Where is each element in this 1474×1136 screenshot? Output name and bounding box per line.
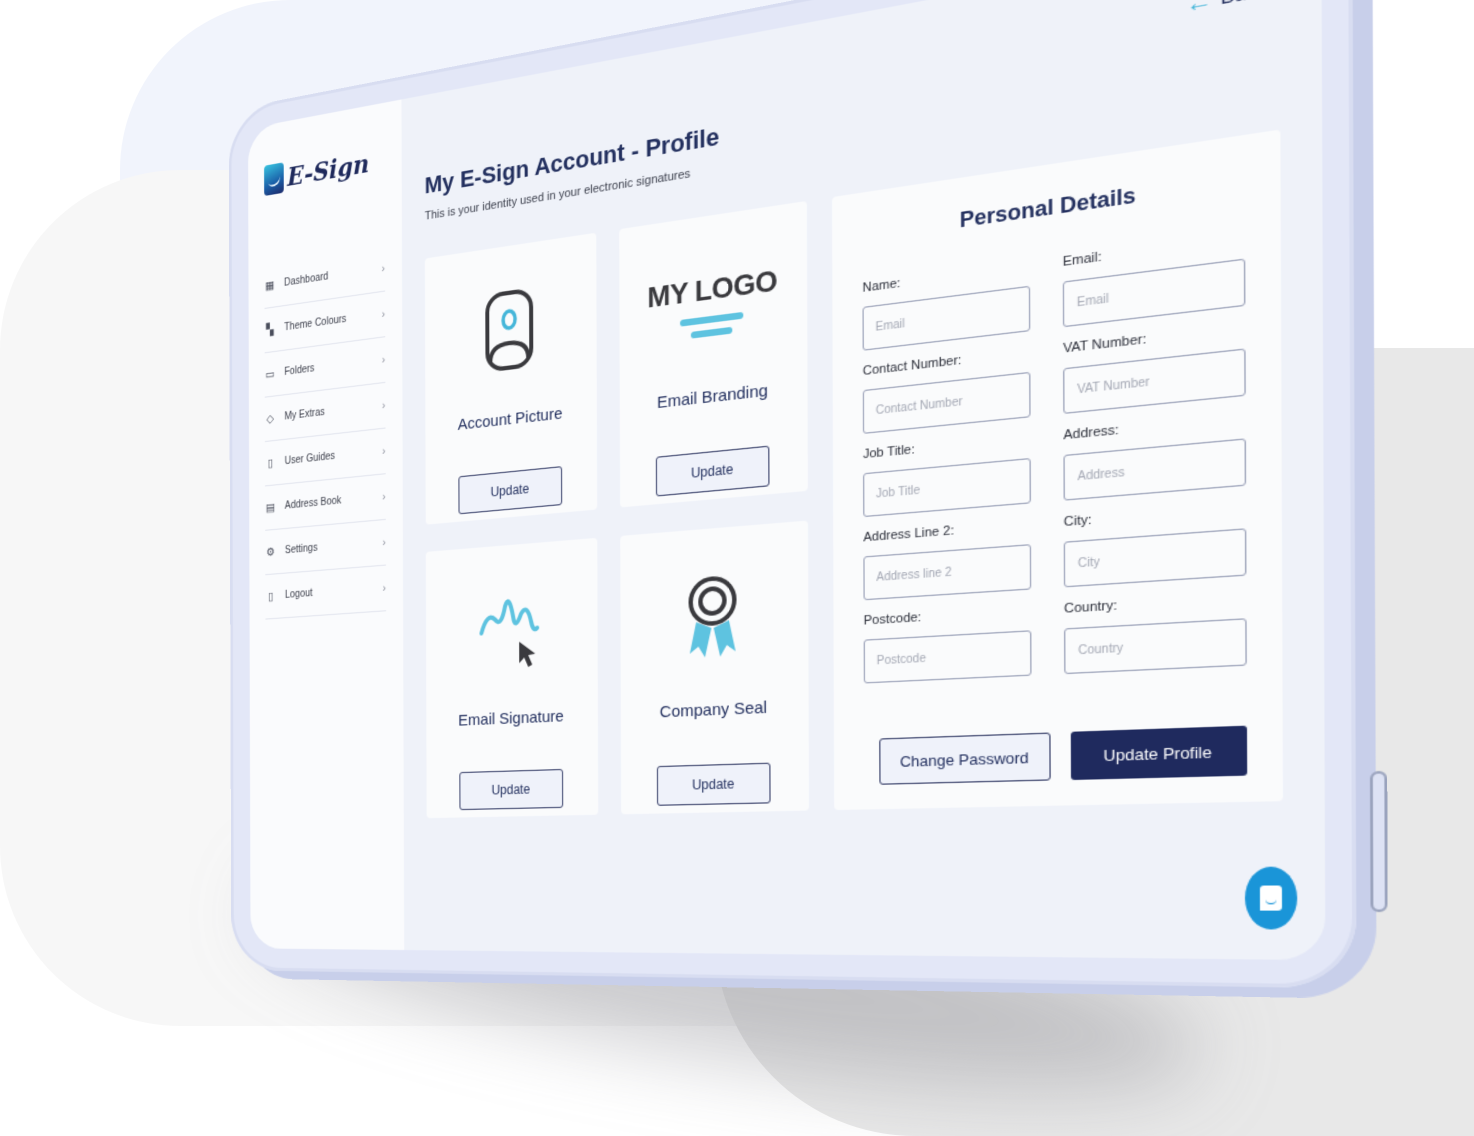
esign-logo[interactable]: E-Sign (264, 144, 385, 197)
field-city: City: (1064, 501, 1247, 588)
field-label: Postcode: (863, 610, 922, 629)
logo-underline-long (680, 311, 744, 327)
sidebar-item-logout[interactable]: ▯ Logout › (265, 565, 387, 620)
sidebar-item-label: User Guides (284, 450, 336, 468)
field-label: Country: (1063, 598, 1118, 617)
field-label: City: (1063, 512, 1092, 530)
sidebar-nav: ▦ Dashboard › ▚ Theme Colours › ▭ Folder… (264, 245, 387, 620)
field-vat-number: VAT Number: (1063, 321, 1246, 415)
tablet-side-button (1369, 770, 1388, 913)
chevron-right-icon: › (382, 444, 386, 458)
profile-content: Account Picture Update MY LOGO Email Bra… (424, 129, 1283, 819)
chevron-right-icon: › (381, 353, 386, 367)
sidebar-item-label: Dashboard (284, 271, 329, 289)
chevron-right-icon: › (382, 581, 387, 595)
field-country: Country: (1063, 591, 1247, 675)
form-actions: Change Password Update Profile (864, 725, 1248, 786)
chat-support-button[interactable] (1244, 866, 1298, 930)
field-postcode: Postcode: (864, 604, 1032, 684)
card-title: Account Picture (457, 404, 563, 435)
card-email-branding: MY LOGO Email Branding Update (619, 200, 808, 508)
field-name: Name: (862, 259, 1031, 351)
card-title: Email Signature (458, 707, 564, 730)
esign-logo-text: E-Sign (287, 147, 370, 192)
field-label: Job Title: (862, 442, 915, 462)
chat-bubble-icon (1259, 885, 1283, 911)
field-address: Address: (1063, 411, 1247, 501)
card-email-signature: Email Signature Update (425, 537, 599, 819)
update-account-picture-button[interactable]: Update (458, 466, 563, 515)
palette-icon: ▚ (266, 323, 274, 337)
chevron-right-icon: › (381, 261, 386, 275)
account-picture-icon (484, 279, 534, 382)
address-line-2-input[interactable] (863, 544, 1032, 601)
job-title-input[interactable] (863, 457, 1031, 518)
update-profile-button[interactable]: Update Profile (1070, 725, 1248, 781)
signature-icon (475, 579, 545, 680)
sidebar-item-label: Folders (284, 363, 315, 379)
field-address-line-2: Address Line 2: (863, 518, 1032, 601)
gear-icon: ⚙ (266, 546, 276, 559)
sidebar-item-label: Address Book (284, 495, 342, 512)
field-label: Address Line 2: (863, 523, 955, 545)
profile-cards: Account Picture Update MY LOGO Email Bra… (424, 200, 809, 819)
folder-icon: ▭ (265, 368, 275, 382)
update-email-signature-button[interactable]: Update (459, 768, 564, 811)
stage: E-Sign ▦ Dashboard › ▚ Theme Colours › ▭ (0, 0, 1474, 1136)
sidebar-item-label: My Extras (284, 406, 325, 423)
sidebar-item-label: Logout (285, 587, 313, 601)
book-icon: ▯ (267, 457, 274, 471)
main-content: ← Back My E-Sign Account - Profile This … (401, 0, 1325, 960)
sidebar-item-label: Settings (284, 542, 318, 557)
tablet-screen: E-Sign ▦ Dashboard › ▚ Theme Colours › ▭ (248, 0, 1326, 961)
arrow-left-icon: ← (1185, 0, 1213, 20)
postcode-input[interactable] (863, 630, 1032, 684)
personal-details-panel: Personal Details Name: Email: (832, 129, 1283, 811)
field-email: Email: (1062, 231, 1246, 328)
country-input[interactable] (1064, 618, 1247, 675)
vat-number-input[interactable] (1063, 348, 1246, 415)
update-email-branding-button[interactable]: Update (655, 445, 770, 497)
field-job-title: Job Title: (863, 432, 1031, 518)
personal-details-form: Name: Email: Contact Number: (862, 231, 1247, 684)
my-logo-text: MY LOGO (647, 262, 778, 314)
tag-icon: ◇ (266, 412, 274, 426)
card-account-picture: Account Picture Update (424, 232, 598, 525)
update-company-seal-button[interactable]: Update (656, 762, 771, 806)
sidebar: E-Sign ▦ Dashboard › ▚ Theme Colours › ▭ (248, 99, 405, 951)
address-input[interactable] (1063, 438, 1247, 501)
card-company-seal: Company Seal Update (620, 520, 809, 815)
logout-icon: ▯ (268, 590, 274, 604)
back-label: Back (1220, 0, 1269, 10)
chevron-right-icon: › (381, 307, 386, 321)
personal-details-title: Personal Details (959, 183, 1136, 233)
sidebar-item-label: Theme Colours (284, 313, 347, 334)
change-password-button[interactable]: Change Password (879, 732, 1051, 785)
logo-icon: MY LOGO (647, 244, 777, 362)
chevron-right-icon: › (382, 535, 386, 549)
esign-logo-mark-icon (264, 162, 284, 197)
tablet-device: E-Sign ▦ Dashboard › ▚ Theme Colours › ▭ (228, 0, 1388, 989)
field-contact-number: Contact Number: (862, 345, 1031, 434)
chevron-right-icon: › (381, 398, 386, 412)
back-link[interactable]: ← Back (1185, 0, 1269, 20)
logo-underline-short (690, 326, 733, 339)
city-input[interactable] (1063, 528, 1247, 588)
name-input[interactable] (862, 285, 1031, 351)
card-title: Company Seal (659, 698, 768, 722)
card-title: Email Branding (656, 381, 768, 413)
field-label: Address: (1063, 423, 1119, 443)
dashboard-icon: ▦ (265, 279, 275, 293)
chevron-right-icon: › (382, 490, 386, 504)
contact-number-input[interactable] (862, 371, 1031, 434)
address-book-icon: ▤ (265, 501, 276, 515)
email-input[interactable] (1062, 258, 1246, 328)
seal-icon (687, 565, 738, 669)
